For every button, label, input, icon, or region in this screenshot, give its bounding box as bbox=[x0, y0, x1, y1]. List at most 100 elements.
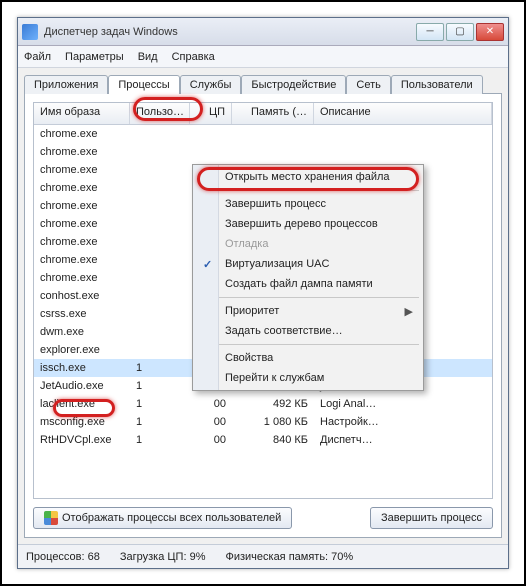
context-menu: Открыть место хранения файла Завершить п… bbox=[192, 164, 424, 391]
cell-cpu: 00 bbox=[190, 397, 232, 411]
cell-name: laclient.exe bbox=[34, 397, 130, 411]
status-processes: Процессов: 68 bbox=[26, 551, 100, 563]
cell-user bbox=[130, 223, 190, 225]
col-user[interactable]: Пользо… bbox=[130, 103, 190, 124]
ctx-properties[interactable]: Свойства bbox=[195, 348, 421, 368]
check-icon: ✓ bbox=[203, 258, 212, 271]
end-process-label: Завершить процесс bbox=[381, 512, 482, 524]
cell-mem: 1 080 КБ bbox=[232, 415, 314, 429]
window-title: Диспетчер задач Windows bbox=[44, 26, 416, 38]
cell-user bbox=[130, 241, 190, 243]
menu-options[interactable]: Параметры bbox=[65, 51, 124, 63]
status-memory: Физическая память: 70% bbox=[225, 551, 353, 563]
cell-desc bbox=[314, 151, 492, 153]
cell-mem: 840 КБ bbox=[232, 433, 314, 447]
shield-icon bbox=[44, 511, 58, 525]
cell-user: 1 bbox=[130, 361, 190, 375]
ctx-dump[interactable]: Создать файл дампа памяти bbox=[195, 274, 421, 294]
menu-file[interactable]: Файл bbox=[24, 51, 51, 63]
cell-desc: Настройк… bbox=[314, 415, 492, 429]
end-process-button[interactable]: Завершить процесс bbox=[370, 507, 493, 529]
cell-user bbox=[130, 259, 190, 261]
cell-name: issch.exe bbox=[34, 361, 130, 375]
cell-user: 1 bbox=[130, 433, 190, 447]
cell-name: chrome.exe bbox=[34, 235, 130, 249]
cell-mem bbox=[232, 133, 314, 135]
cell-user: 1 bbox=[130, 415, 190, 429]
cell-user bbox=[130, 205, 190, 207]
cell-desc: Logi Anal… bbox=[314, 397, 492, 411]
col-description[interactable]: Описание bbox=[314, 103, 492, 124]
cell-desc bbox=[314, 133, 492, 135]
cell-name: chrome.exe bbox=[34, 127, 130, 141]
cell-user bbox=[130, 295, 190, 297]
col-cpu[interactable]: ЦП bbox=[190, 103, 232, 124]
cell-user bbox=[130, 313, 190, 315]
cell-name: RtHDVCpl.exe bbox=[34, 433, 130, 447]
cell-desc: Диспетч… bbox=[314, 433, 492, 447]
tab-network[interactable]: Сеть bbox=[346, 75, 390, 94]
cell-name: chrome.exe bbox=[34, 271, 130, 285]
tabstrip: Приложения Процессы Службы Быстродействи… bbox=[18, 68, 508, 93]
cell-mem: 492 КБ bbox=[232, 397, 314, 411]
titlebar[interactable]: Диспетчер задач Windows ─ ▢ ✕ bbox=[18, 18, 508, 46]
cell-name: dwm.exe bbox=[34, 325, 130, 339]
cell-cpu bbox=[190, 133, 232, 135]
menu-view[interactable]: Вид bbox=[138, 51, 158, 63]
cell-user bbox=[130, 133, 190, 135]
minimize-button[interactable]: ─ bbox=[416, 23, 444, 41]
button-bar: Отображать процессы всех пользователей З… bbox=[33, 507, 493, 529]
tab-performance[interactable]: Быстродействие bbox=[241, 75, 346, 94]
ctx-priority[interactable]: Приоритет▶ bbox=[195, 301, 421, 321]
cell-user bbox=[130, 187, 190, 189]
statusbar: Процессов: 68 Загрузка ЦП: 9% Физическая… bbox=[18, 544, 508, 568]
cell-name: chrome.exe bbox=[34, 181, 130, 195]
cell-name: JetAudio.exe bbox=[34, 379, 130, 393]
cell-name: msconfig.exe bbox=[34, 415, 130, 429]
show-all-users-label: Отображать процессы всех пользователей bbox=[62, 512, 281, 524]
cell-name: conhost.exe bbox=[34, 289, 130, 303]
table-row[interactable]: RtHDVCpl.exe100840 КБДиспетч… bbox=[34, 431, 492, 449]
close-button[interactable]: ✕ bbox=[476, 23, 504, 41]
list-header: Имя образа Пользо… ЦП Память (… Описание bbox=[34, 103, 492, 125]
table-row[interactable]: laclient.exe100492 КБLogi Anal… bbox=[34, 395, 492, 413]
cell-user bbox=[130, 349, 190, 351]
cell-name: chrome.exe bbox=[34, 199, 130, 213]
col-memory[interactable]: Память (… bbox=[232, 103, 314, 124]
cell-cpu bbox=[190, 151, 232, 153]
cell-name: chrome.exe bbox=[34, 145, 130, 159]
cell-cpu: 00 bbox=[190, 433, 232, 447]
tab-services[interactable]: Службы bbox=[180, 75, 242, 94]
tab-applications[interactable]: Приложения bbox=[24, 75, 108, 94]
ctx-open-location[interactable]: Открыть место хранения файла bbox=[195, 167, 421, 187]
ctx-end-process[interactable]: Завершить процесс bbox=[195, 194, 421, 214]
cell-name: explorer.exe bbox=[34, 343, 130, 357]
cell-cpu: 00 bbox=[190, 415, 232, 429]
ctx-end-tree[interactable]: Завершить дерево процессов bbox=[195, 214, 421, 234]
cell-user: 1 bbox=[130, 397, 190, 411]
status-cpu: Загрузка ЦП: 9% bbox=[120, 551, 206, 563]
table-row[interactable]: chrome.exe bbox=[34, 125, 492, 143]
app-icon bbox=[22, 24, 38, 40]
cell-user bbox=[130, 151, 190, 153]
tab-users[interactable]: Пользователи bbox=[391, 75, 483, 94]
maximize-button[interactable]: ▢ bbox=[446, 23, 474, 41]
ctx-goto-services[interactable]: Перейти к службам bbox=[195, 368, 421, 388]
chevron-right-icon: ▶ bbox=[405, 305, 413, 318]
cell-user bbox=[130, 277, 190, 279]
tab-processes[interactable]: Процессы bbox=[108, 75, 179, 94]
ctx-affinity[interactable]: Задать соответствие… bbox=[195, 321, 421, 341]
show-all-users-button[interactable]: Отображать процессы всех пользователей bbox=[33, 507, 292, 529]
menubar: Файл Параметры Вид Справка bbox=[18, 46, 508, 68]
cell-name: chrome.exe bbox=[34, 217, 130, 231]
table-row[interactable]: chrome.exe bbox=[34, 143, 492, 161]
menu-help[interactable]: Справка bbox=[172, 51, 215, 63]
ctx-uac[interactable]: ✓Виртуализация UAC bbox=[195, 254, 421, 274]
table-row[interactable]: msconfig.exe1001 080 КБНастройк… bbox=[34, 413, 492, 431]
cell-name: csrss.exe bbox=[34, 307, 130, 321]
ctx-debug: Отладка bbox=[195, 234, 421, 254]
cell-user bbox=[130, 169, 190, 171]
cell-user bbox=[130, 331, 190, 333]
col-image[interactable]: Имя образа bbox=[34, 103, 130, 124]
cell-name: chrome.exe bbox=[34, 253, 130, 267]
